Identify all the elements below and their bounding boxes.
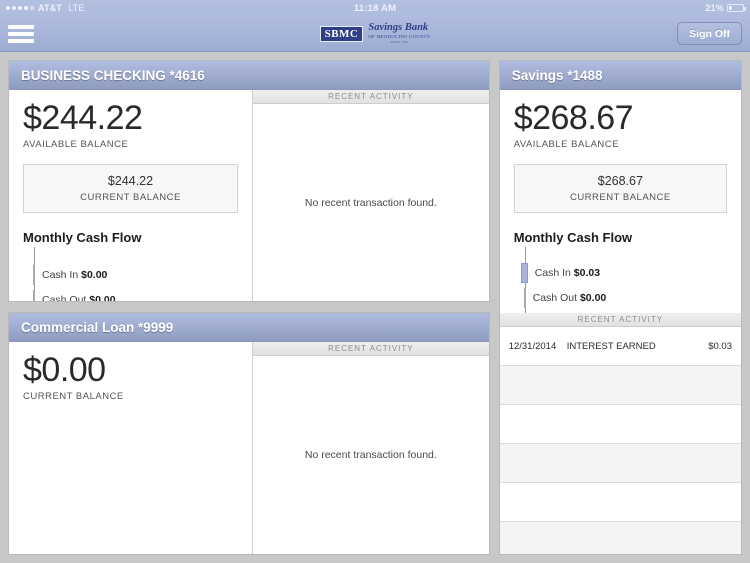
table-row-empty — [499, 366, 741, 406]
battery-percent-label: 21% — [705, 3, 724, 13]
current-balance-label: CURRENT BALANCE — [80, 192, 181, 204]
cash-out-text: Cash Out — [532, 292, 578, 305]
cash-in-bar — [33, 265, 35, 286]
transaction-amount: $0.03 — [708, 340, 732, 352]
account-card-savings[interactable]: Savings *1488 $268.67 AVAILABLE BALANCE … — [498, 60, 742, 555]
brand-name-label: Savings Bank — [368, 22, 429, 34]
table-row-empty — [499, 444, 741, 484]
table-row[interactable]: 12/31/2014 INTEREST EARNED $0.03 — [499, 327, 741, 367]
page-content: BUSINESS CHECKING *4616 $244.22 AVAILABL… — [0, 52, 750, 563]
cash-out-label: Cash Out $0.00 — [42, 294, 116, 302]
table-row-empty — [499, 483, 741, 523]
cash-in-bar — [520, 263, 528, 284]
cash-flow-row-cash-out: Cash Out $0.00 — [514, 288, 607, 309]
monthly-cash-flow-title: Monthly Cash Flow — [23, 230, 142, 246]
summary-commercial-loan: $0.00 CURRENT BALANCE — [9, 342, 253, 554]
app-root: AT&T LTE 11:18 AM 21% SBMC Savings Bank … — [0, 0, 750, 563]
current-balance-label: CURRENT BALANCE — [569, 192, 671, 204]
activity-panel-business-checking: RECENT ACTIVITY No recent transaction fo… — [253, 90, 489, 301]
activity-panel-savings: RECENT ACTIVITY 12/31/2014 INTEREST EARNE… — [499, 313, 741, 554]
no-transactions-message: No recent transaction found. — [304, 449, 437, 461]
clock-label: 11:18 AM — [353, 2, 397, 14]
cash-out-text: Cash Out — [42, 294, 87, 302]
available-balance-amount: $268.67 — [513, 99, 634, 137]
summary-savings: $268.67 AVAILABLE BALANCE $268.67 CURREN… — [500, 90, 741, 314]
status-bar-right: 21% — [705, 3, 746, 13]
cash-out-bar — [33, 290, 35, 301]
account-card-business-checking[interactable]: BUSINESS CHECKING *4616 $244.22 AVAILABL… — [8, 60, 490, 302]
bank-logo: SBMC Savings Bank OF MENDOCINO COUNTY SI… — [0, 23, 750, 43]
cash-flow-chart: Cash In $0.00 Cash Out $0.00 — [23, 247, 238, 302]
recent-activity-header: RECENT ACTIVITY — [253, 342, 489, 356]
transaction-date: 12/31/2014 — [508, 340, 557, 352]
cash-out-amount: $0.00 — [579, 292, 607, 305]
cash-out-amount: $0.00 — [89, 294, 116, 302]
cash-in-text: Cash In — [534, 267, 571, 280]
available-balance-amount: $244.22 — [23, 99, 143, 137]
table-row-empty — [499, 405, 741, 445]
activity-panel-commercial-loan: RECENT ACTIVITY No recent transaction fo… — [253, 342, 489, 554]
transaction-list: 12/31/2014 INTEREST EARNED $0.03 — [499, 327, 741, 554]
monthly-cash-flow-section: Monthly Cash Flow Cash In $0.03 Cash Out… — [513, 230, 727, 314]
available-balance-label: AVAILABLE BALANCE — [23, 139, 129, 151]
current-balance-box: $244.22 CURRENT BALANCE — [23, 164, 238, 214]
battery-icon — [727, 4, 746, 12]
cash-in-label: Cash In $0.00 — [42, 269, 107, 281]
card-body-commercial-loan: $0.00 CURRENT BALANCE RECENT ACTIVITY No… — [9, 342, 489, 554]
account-card-commercial-loan[interactable]: Commercial Loan *9999 $0.00 CURRENT BALA… — [8, 312, 490, 555]
summary-business-checking: $244.22 AVAILABLE BALANCE $244.22 CURREN… — [9, 90, 253, 301]
cash-in-amount: $0.03 — [573, 267, 601, 280]
recent-activity-header: RECENT ACTIVITY — [499, 313, 741, 328]
current-balance-amount: $244.22 — [107, 174, 154, 189]
brand-monogram: SBMC — [319, 25, 364, 42]
app-navbar: SBMC Savings Bank OF MENDOCINO COUNTY SI… — [0, 16, 750, 52]
brand-subtitle-label: OF MENDOCINO COUNTY — [368, 33, 431, 39]
card-title-savings: Savings *1488 — [499, 61, 741, 90]
accounts-columns: BUSINESS CHECKING *4616 $244.22 AVAILABL… — [8, 60, 742, 555]
loan-current-balance-amount: $0.00 — [23, 351, 106, 389]
recent-activity-body: No recent transaction found. — [253, 356, 489, 554]
left-column: BUSINESS CHECKING *4616 $244.22 AVAILABL… — [8, 60, 490, 555]
monthly-cash-flow-section: Monthly Cash Flow Cash In $0.00 Cash Out… — [23, 230, 238, 302]
cash-out-bar — [523, 288, 526, 309]
no-transactions-message: No recent transaction found. — [304, 196, 437, 209]
cash-in-label: Cash In $0.03 — [535, 267, 600, 279]
brand-wordmark: Savings Bank OF MENDOCINO COUNTY SINCE 1… — [368, 23, 430, 43]
recent-activity-body: No recent transaction found. — [253, 104, 489, 301]
right-column: Savings *1488 $268.67 AVAILABLE BALANCE … — [498, 60, 742, 555]
recent-activity-header: RECENT ACTIVITY — [253, 90, 489, 104]
sign-off-button[interactable]: Sign Off — [677, 22, 742, 45]
cash-flow-row-cash-in: Cash In $0.03 — [514, 263, 600, 284]
recent-activity-body[interactable]: 12/31/2014 INTEREST EARNED $0.03 — [499, 327, 741, 554]
current-balance-box: $268.67 CURRENT BALANCE — [513, 164, 727, 214]
loan-current-balance-label: CURRENT BALANCE — [23, 391, 124, 403]
table-row-empty — [499, 522, 741, 554]
current-balance-amount: $268.67 — [597, 174, 643, 189]
card-body-business-checking: $244.22 AVAILABLE BALANCE $244.22 CURREN… — [9, 90, 489, 301]
cash-flow-row-cash-in: Cash In $0.00 — [23, 265, 107, 286]
cash-in-text: Cash In — [42, 269, 79, 282]
cash-flow-chart: Cash In $0.03 Cash Out $0.00 — [514, 247, 727, 314]
transaction-description: INTEREST EARNED — [566, 340, 656, 352]
cash-out-label: Cash Out $0.00 — [533, 292, 607, 304]
card-title-commercial-loan: Commercial Loan *9999 — [9, 313, 489, 342]
cash-in-amount: $0.00 — [81, 269, 108, 282]
ios-status-bar: AT&T LTE 11:18 AM 21% — [0, 0, 750, 16]
cash-flow-row-cash-out: Cash Out $0.00 — [23, 290, 116, 302]
available-balance-label: AVAILABLE BALANCE — [513, 139, 619, 151]
card-title-business-checking: BUSINESS CHECKING *4616 — [9, 61, 489, 90]
brand-since-label: SINCE 1903 — [390, 39, 409, 44]
monthly-cash-flow-title: Monthly Cash Flow — [513, 230, 633, 246]
